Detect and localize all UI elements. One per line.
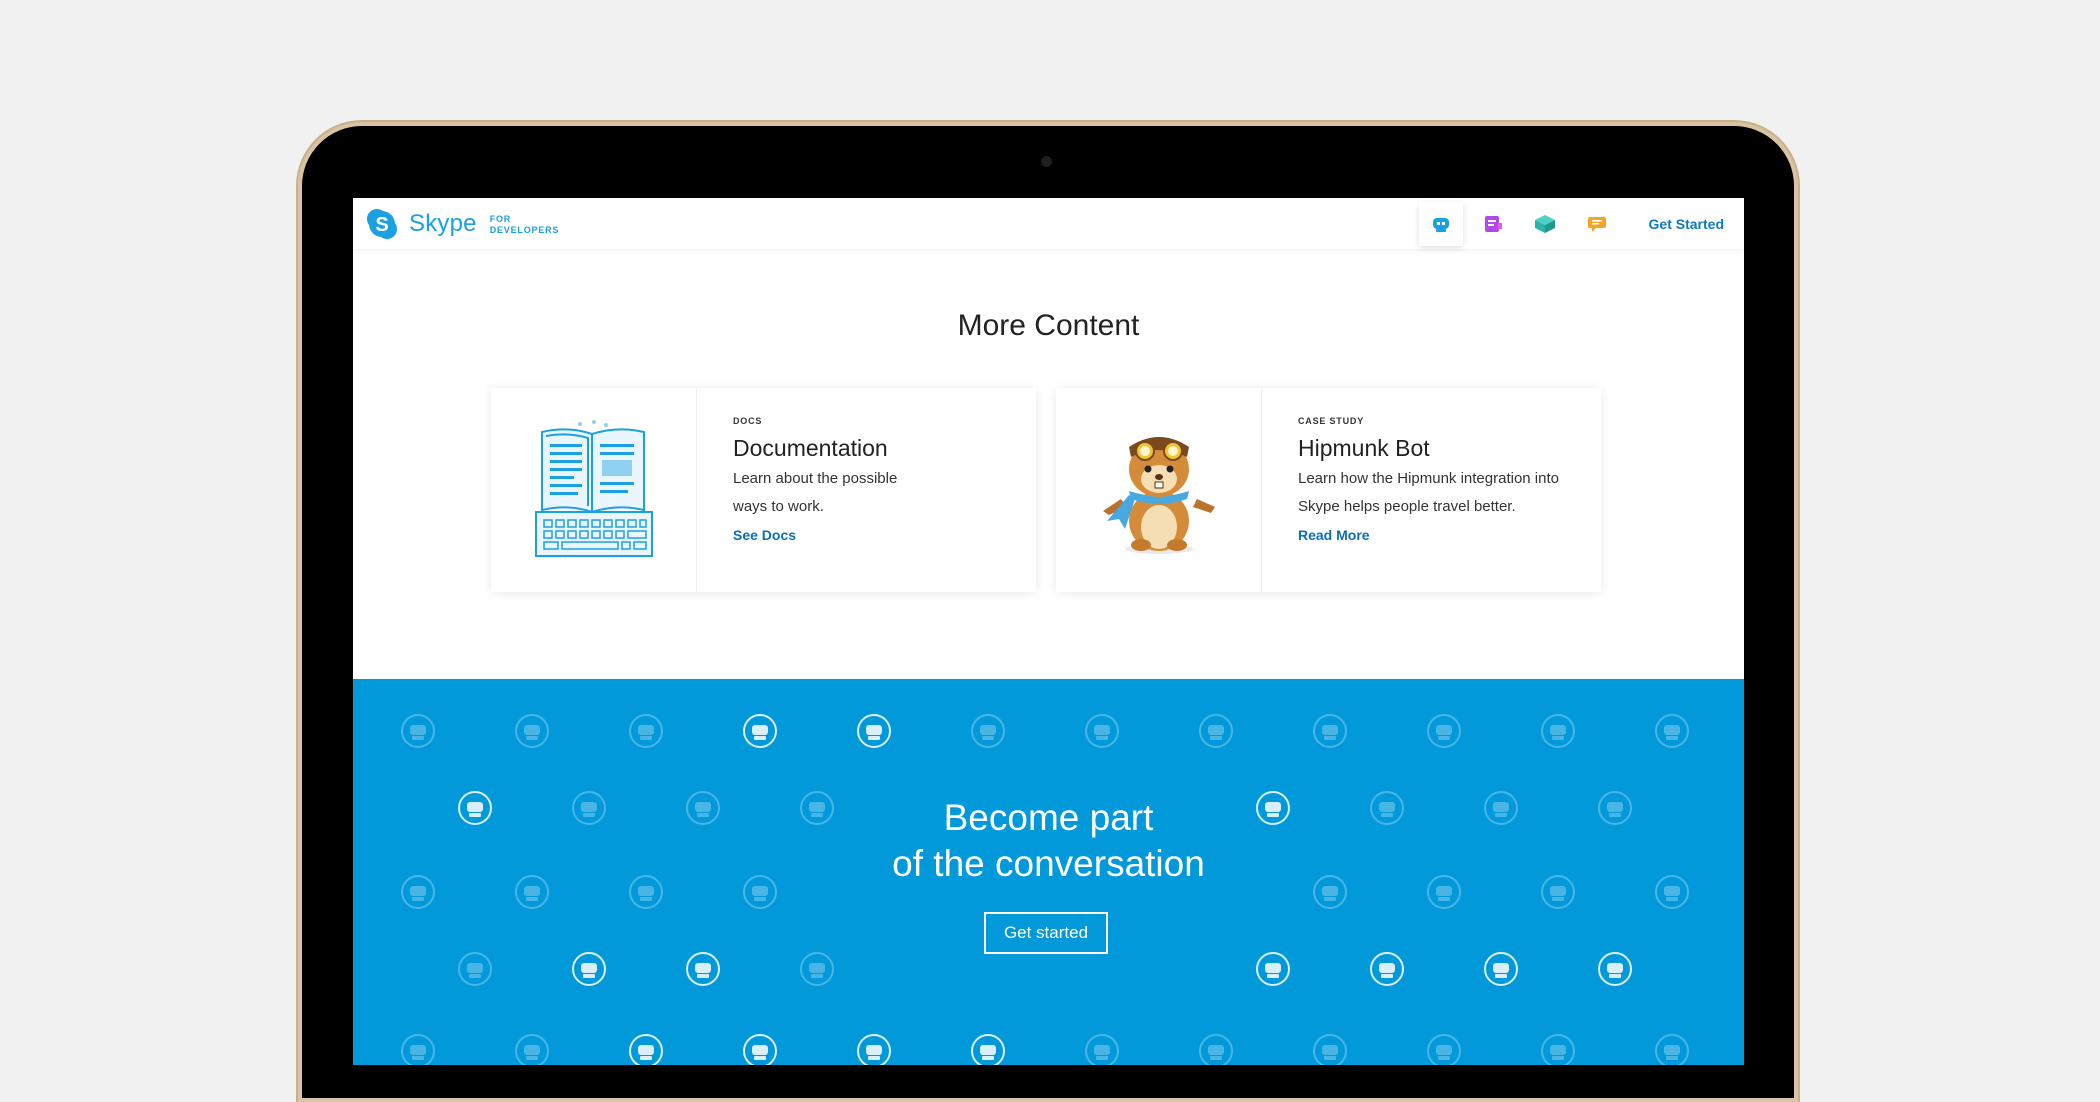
hipmunk-icon: [1102, 437, 1215, 554]
chat-icon: [1587, 216, 1606, 232]
get-started-button[interactable]: Get started: [984, 912, 1108, 954]
card-eyebrow: CASE STUDY: [1298, 416, 1365, 426]
card-desc-line2: ways to work.: [733, 498, 824, 515]
card-art: [1056, 388, 1262, 592]
bot-pattern-icon: [1598, 952, 1632, 986]
brand-name: Skype: [409, 209, 477, 237]
case-study-card[interactable]: CASE STUDY Hipmunk Bot Learn how the Hip…: [1056, 388, 1601, 592]
see-docs-link[interactable]: See Docs: [733, 527, 796, 543]
cta-title-line2: of the conversation: [892, 843, 1205, 884]
bot-pattern-icon: [1655, 1034, 1689, 1065]
site-header: S Skype FOR DEVELOPERS Get Started: [353, 198, 1744, 249]
bot-pattern-icon: [401, 1034, 435, 1065]
bot-icon: [1432, 217, 1449, 232]
section-title: More Content: [957, 309, 1140, 343]
card-title: Hipmunk Bot: [1298, 435, 1430, 461]
bot-pattern-icon: [971, 1034, 1005, 1065]
top-nav: Get Started: [1418, 198, 1724, 249]
cube-icon: [1534, 214, 1555, 233]
brand-sub-line1: FOR: [489, 214, 512, 224]
bot-pattern-icon: [401, 714, 435, 748]
svg-text:S: S: [375, 214, 388, 236]
camera-dot: [1041, 156, 1052, 167]
bot-pattern-icon: [1256, 952, 1290, 986]
bot-pattern-icon: [1541, 714, 1575, 748]
bot-pattern-icon: [629, 1034, 663, 1065]
bot-pattern-icon: [971, 714, 1005, 748]
cta-band: Become part of the conversation Get star…: [353, 679, 1744, 1065]
docs-card[interactable]: DOCS Documentation Learn about the possi…: [491, 388, 1036, 592]
brand-sub-line2: DEVELOPERS: [489, 225, 560, 235]
nav-chat[interactable]: [1575, 202, 1619, 246]
nav-docs[interactable]: [1471, 202, 1515, 246]
card-title: Documentation: [733, 435, 888, 461]
bot-pattern-icon: [857, 714, 891, 748]
cta-title-line1: Become part: [943, 797, 1154, 838]
bot-pattern-icon: [1541, 1034, 1575, 1065]
card-art: [491, 388, 697, 592]
bot-pattern-icon: [1085, 714, 1119, 748]
bot-pattern-icon: [1427, 714, 1461, 748]
nav-bots[interactable]: [1418, 201, 1463, 246]
book-keyboard-icon: [534, 420, 653, 557]
bot-pattern-icon: [515, 1034, 549, 1065]
card-desc-line1: Learn how the Hipmunk integration into: [1298, 470, 1559, 487]
bot-pattern-icon: [743, 1034, 777, 1065]
bot-pattern-icon: [800, 952, 834, 986]
card-desc-line2: Skype helps people travel better.: [1298, 498, 1516, 515]
bot-pattern-icon: [743, 714, 777, 748]
bot-pattern-icon: [1313, 714, 1347, 748]
bot-pattern-icon: [629, 714, 663, 748]
bot-pattern-icon: [857, 1034, 891, 1065]
bot-pattern-icon: [1370, 952, 1404, 986]
read-more-link[interactable]: Read More: [1298, 527, 1370, 543]
bot-pattern-icon: [458, 952, 492, 986]
bot-pattern-icon: [686, 952, 720, 986]
card-eyebrow: DOCS: [733, 416, 763, 426]
bot-pattern-icon: [1427, 1034, 1461, 1065]
skype-logo-icon: S: [367, 208, 397, 239]
brand-logo-link[interactable]: S Skype FOR DEVELOPERS: [365, 207, 559, 241]
bot-pattern-icon: [1655, 714, 1689, 748]
bot-pattern-icon: [1199, 714, 1233, 748]
bot-pattern-icon: [1484, 952, 1518, 986]
card-description: Learn about the possible ways to work.: [733, 465, 897, 521]
bot-pattern-icon: [1199, 1034, 1233, 1065]
bot-pattern-icon: [1313, 1034, 1347, 1065]
get-started-nav-link[interactable]: Get Started: [1649, 216, 1724, 232]
brand-subtitle: FOR DEVELOPERS: [490, 214, 560, 236]
cta-title: Become part of the conversation: [353, 795, 1744, 887]
card-desc-line1: Learn about the possible: [733, 470, 898, 487]
bot-pattern-icon: [1085, 1034, 1119, 1065]
bot-pattern-icon: [572, 952, 606, 986]
browser-screen: S Skype FOR DEVELOPERS Get Started More …: [353, 198, 1744, 1065]
card-description: Learn how the Hipmunk integration into S…: [1298, 465, 1559, 521]
card-body: DOCS Documentation Learn about the possi…: [697, 388, 897, 592]
nav-platform[interactable]: [1523, 202, 1567, 246]
notebook-icon: [1484, 215, 1502, 232]
bot-pattern-icon: [515, 714, 549, 748]
card-body: CASE STUDY Hipmunk Bot Learn how the Hip…: [1262, 388, 1559, 592]
